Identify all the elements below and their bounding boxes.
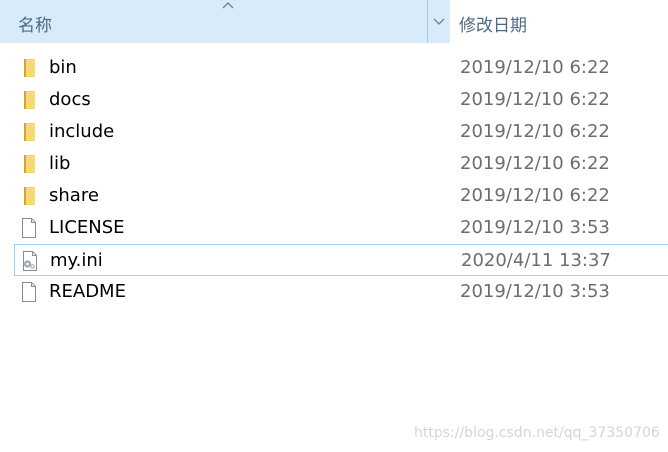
file-name: docs	[49, 89, 91, 110]
file-date: 2019/12/10 6:22	[460, 185, 610, 206]
file-name: bin	[49, 57, 77, 78]
file-row-my-ini[interactable]: my.ini 2020/4/11 13:37	[14, 244, 668, 276]
chevron-down-icon	[433, 18, 445, 25]
file-name: lib	[49, 153, 71, 174]
folder-icon	[24, 187, 35, 205]
folder-icon	[24, 59, 35, 77]
file-name: LICENSE	[49, 217, 125, 238]
file-row-readme[interactable]: README 2019/12/10 3:53	[14, 276, 668, 308]
file-name: share	[49, 185, 99, 206]
file-icon	[22, 282, 36, 302]
file-date: 2019/12/10 3:53	[460, 281, 610, 302]
file-row-lib[interactable]: lib 2019/12/10 6:22	[14, 148, 668, 180]
file-date: 2020/4/11 13:37	[461, 250, 611, 271]
file-row-docs[interactable]: docs 2019/12/10 6:22	[14, 84, 668, 116]
column-dropdown-button[interactable]	[427, 0, 450, 43]
file-name: my.ini	[50, 250, 103, 271]
watermark-text: https://blog.csdn.net/qq_37350706	[414, 425, 660, 441]
file-row-bin[interactable]: bin 2019/12/10 6:22	[14, 52, 668, 84]
folder-icon	[24, 123, 35, 141]
name-column-label: 名称	[18, 16, 52, 36]
file-date: 2019/12/10 6:22	[460, 89, 610, 110]
file-date: 2019/12/10 6:22	[460, 153, 610, 174]
chevron-up-icon	[222, 2, 234, 9]
name-column-header[interactable]: 名称	[0, 0, 427, 43]
date-modified-column-header[interactable]: 修改日期	[459, 11, 527, 36]
settings-file-icon	[23, 251, 37, 271]
file-row-share[interactable]: share 2019/12/10 6:22	[14, 180, 668, 212]
folder-icon	[24, 91, 35, 109]
file-icon	[22, 218, 36, 238]
file-row-license[interactable]: LICENSE 2019/12/10 3:53	[14, 212, 668, 244]
column-header-bar: 名称 修改日期	[0, 0, 668, 43]
folder-icon	[24, 155, 35, 173]
file-name: include	[49, 121, 115, 142]
file-date: 2019/12/10 6:22	[460, 121, 610, 142]
file-name: README	[49, 281, 126, 302]
file-date: 2019/12/10 3:53	[460, 217, 610, 238]
file-date: 2019/12/10 6:22	[460, 57, 610, 78]
file-row-include[interactable]: include 2019/12/10 6:22	[14, 116, 668, 148]
